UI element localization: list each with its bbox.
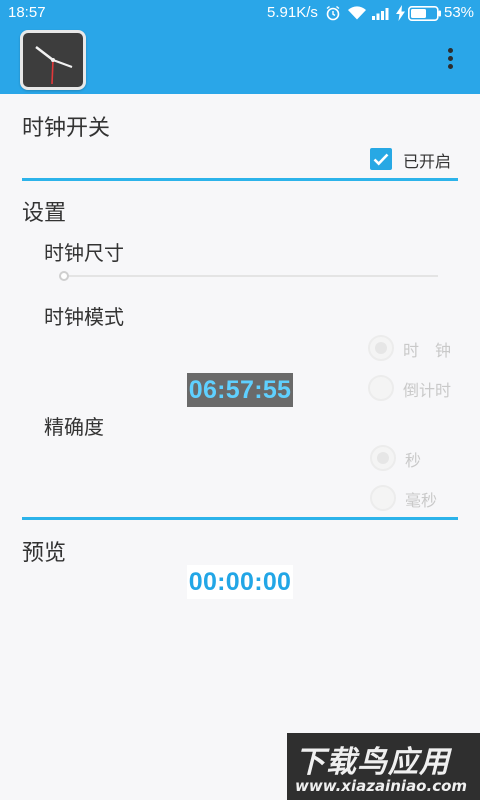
alarm-icon <box>325 5 341 25</box>
overflow-menu-icon[interactable] <box>440 46 462 72</box>
clock-size-slider-thumb[interactable] <box>59 271 69 281</box>
preview-display: 00:00:00 <box>187 565 293 599</box>
radio-label: 毫秒 <box>405 491 438 510</box>
battery-icon <box>408 6 442 25</box>
watermark: 下载鸟应用 www.xiazainiao.com <box>287 733 480 800</box>
clock-mode-option-clock[interactable]: 时 钟 <box>368 335 468 361</box>
precision-label: 精确度 <box>44 415 104 439</box>
watermark-url: www.xiazainiao.com <box>295 777 468 795</box>
checkmark-icon <box>373 153 389 166</box>
wifi-icon <box>347 5 367 25</box>
radio-label: 倒计时 <box>403 381 452 400</box>
clock-display: 06:57:55 <box>187 373 293 407</box>
divider <box>22 517 458 520</box>
watermark-title: 下载鸟应用 <box>295 745 450 780</box>
status-time: 18:57 <box>8 4 46 21</box>
precision-option-millisecond[interactable]: 毫秒 <box>370 485 470 511</box>
settings-title: 设置 <box>22 201 67 226</box>
radio-button[interactable] <box>370 445 396 471</box>
radio-label: 秒 <box>405 451 422 470</box>
clock-mode-label: 时钟模式 <box>44 305 124 329</box>
network-speed: 5.91K/s <box>267 4 318 21</box>
clock-size-label: 时钟尺寸 <box>44 241 124 265</box>
battery-percent: 53% <box>444 4 475 21</box>
radio-button[interactable] <box>370 485 396 511</box>
status-bar: 18:57 5.91K/s 53% <box>0 0 480 26</box>
radio-button[interactable] <box>368 375 394 401</box>
radio-label: 时 钟 <box>403 341 452 360</box>
signal-icon <box>372 7 390 24</box>
divider <box>22 178 458 181</box>
clock-size-slider-track[interactable] <box>60 275 438 277</box>
radio-button[interactable] <box>368 335 394 361</box>
precision-option-second[interactable]: 秒 <box>370 445 470 471</box>
clock-icon <box>20 30 86 90</box>
app-bar <box>0 26 480 94</box>
preview-title: 预览 <box>22 541 67 566</box>
clock-switch-checkbox[interactable] <box>370 148 392 170</box>
charging-icon <box>396 5 405 25</box>
clock-switch-title: 时钟开关 <box>22 116 111 141</box>
clock-switch-label: 已开启 <box>403 152 452 171</box>
clock-mode-option-countdown[interactable]: 倒计时 <box>368 375 468 401</box>
